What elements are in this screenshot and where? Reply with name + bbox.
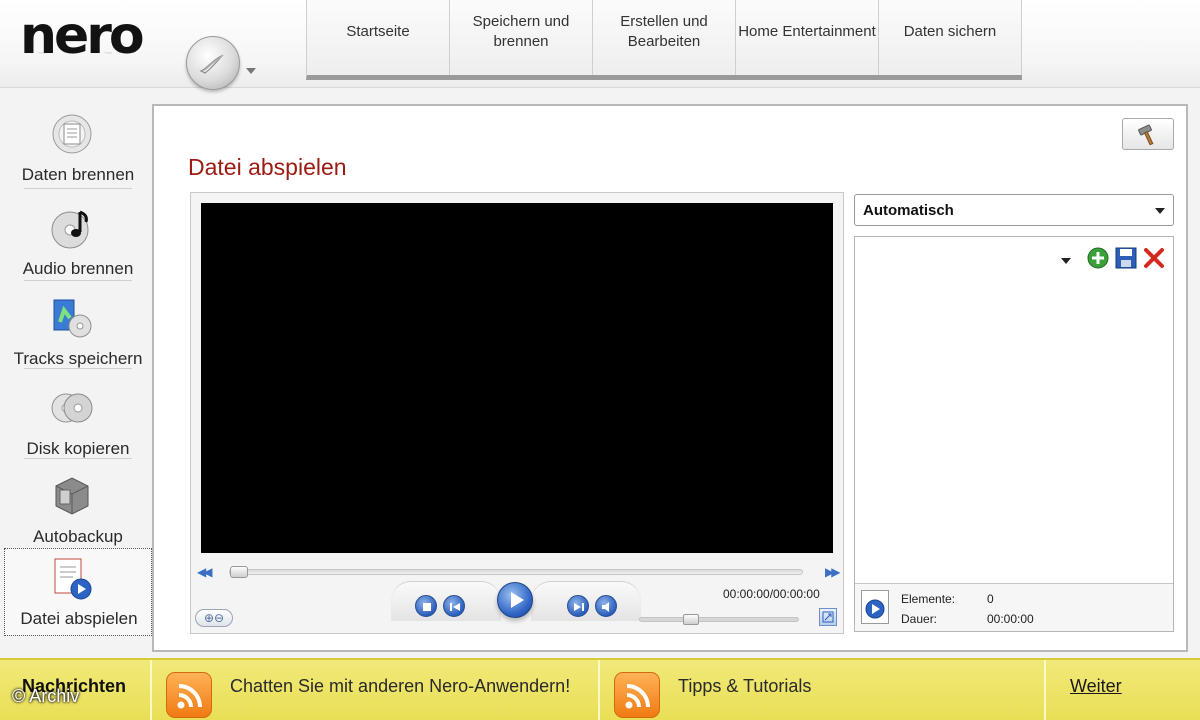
divider [24,188,132,189]
tools-button[interactable] [1122,118,1174,150]
stop-icon [423,603,431,611]
add-icon[interactable] [1087,247,1109,269]
sidebar-item-audio-brennen[interactable]: Audio brennen [4,192,152,280]
sidebar-item-daten-brennen[interactable]: Daten brennen [4,98,152,186]
timecode-display: 00:00:00/00:00:00 [723,587,820,601]
news-item-text[interactable]: Chatten Sie mit anderen Nero-Anwendern! [230,676,570,697]
rss-icon [614,672,660,718]
stop-button[interactable] [415,595,437,617]
next-button[interactable] [567,595,589,617]
main-panel: Datei abspielen ◀◀ ▶▶ ⊕⊖ 00:00:00/00:00:… [152,104,1188,652]
news-more-link[interactable]: Weiter [1070,676,1122,697]
sidebar-item-label: Autobackup [33,527,123,546]
media-file-icon [861,590,889,624]
playlist-summary: Elemente: 0 Dauer: 00:00:00 [855,583,1173,631]
task-sidebar: Daten brennen Audio brennen Tracks speic… [4,96,152,656]
tab-speichern-und-brennen[interactable]: Speichern und brennen [450,0,593,75]
audio-disc-icon [50,206,94,250]
fast-forward-icon[interactable]: ▶▶ [825,565,841,579]
rss-icon [166,672,212,718]
playback-mode-value: Automatisch [863,202,954,219]
divider [24,368,132,369]
data-disc-icon [50,112,94,156]
sidebar-item-label: Tracks speichern [13,349,143,368]
sidebar-item-autobackup[interactable]: Autobackup [4,460,152,548]
app-menu-orb-icon[interactable] [186,36,240,90]
sidebar-item-label: Datei abspielen [20,609,138,628]
news-item[interactable]: Chatten Sie mit anderen Nero-Anwendern! [152,660,600,720]
playback-mode-select[interactable]: Automatisch [854,194,1174,226]
chevron-down-icon[interactable] [246,68,256,74]
sidebar-item-label: Audio brennen [22,259,134,278]
copyright-watermark: © Archiv [12,686,80,706]
next-icon [574,603,584,611]
tab-daten-sichern[interactable]: Daten sichern [879,0,1022,75]
mute-button[interactable] [595,595,617,617]
chevron-down-icon [1155,208,1165,214]
elements-label: Elemente: [901,592,956,606]
divider [24,458,132,459]
playlist-menu-chevron-icon[interactable] [1061,258,1071,264]
nero-logo-reflection: nero [20,52,142,72]
tab-erstellen-und-bearbeiten[interactable]: Erstellen und Bearbeiten [593,0,736,75]
duration-value: 00:00:00 [987,612,1034,626]
autobackup-icon [50,474,94,518]
delete-icon[interactable] [1143,247,1165,269]
rip-tracks-icon [50,296,94,340]
sidebar-item-tracks-speichern[interactable]: Tracks speichern [4,282,152,370]
sidebar-item-label: Disk kopieren [26,439,130,458]
page-title: Datei abspielen [188,154,347,180]
news-item[interactable]: Tipps & Tutorials [600,660,1046,720]
play-button[interactable] [497,582,533,618]
speaker-icon [602,602,609,612]
copy-disc-icon [50,386,94,430]
news-item-text[interactable]: Tipps & Tutorials [678,676,811,697]
video-display[interactable] [201,203,833,553]
divider [24,280,132,281]
play-file-icon [51,557,95,601]
sidebar-item-disk-kopieren[interactable]: Disk kopieren [4,372,152,460]
previous-icon [450,603,460,611]
volume-slider-thumb[interactable] [683,614,699,625]
seek-slider[interactable] [229,566,803,578]
sidebar-item-label: Daten brennen [21,165,135,184]
seek-slider-thumb[interactable] [230,566,248,578]
app-header: nero nero Startseite Speichern und brenn… [0,0,1200,90]
main-navigation: Startseite Speichern und brennen Erstell… [306,0,1022,80]
volume-slider[interactable] [639,614,799,625]
tab-home-entertainment[interactable]: Home Entertainment [736,0,879,75]
elements-value: 0 [987,592,994,606]
news-bar: Nachrichten Chatten Sie mit anderen Nero… [0,658,1200,720]
zoom-toggle-button[interactable]: ⊕⊖ [195,609,233,627]
media-player: ◀◀ ▶▶ ⊕⊖ 00:00:00/00:00:00 [190,192,844,634]
playlist-panel: Elemente: 0 Dauer: 00:00:00 [854,236,1174,632]
fullscreen-button[interactable] [819,608,837,626]
previous-button[interactable] [443,595,465,617]
save-icon[interactable] [1115,247,1137,269]
fullscreen-icon [822,611,834,623]
tab-startseite[interactable]: Startseite [307,0,450,75]
hammer-icon [1138,124,1154,146]
sidebar-item-datei-abspielen[interactable]: Datei abspielen [4,548,152,636]
rewind-icon[interactable]: ◀◀ [197,565,213,579]
play-icon [511,592,524,608]
duration-label: Dauer: [901,612,938,626]
